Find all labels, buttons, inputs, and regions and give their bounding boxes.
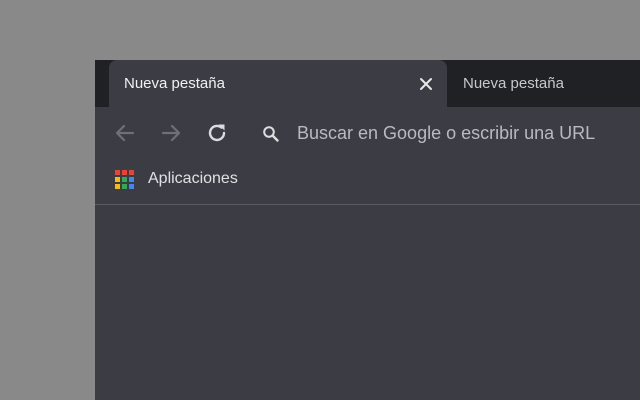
back-button[interactable]	[111, 119, 139, 147]
search-icon	[263, 126, 279, 142]
close-icon	[420, 78, 432, 90]
omnibox-placeholder[interactable]: Buscar en Google o escribir una URL	[297, 123, 595, 144]
browser-window: Nueva pestaña Nueva pestaña Buscar en Go…	[95, 60, 640, 400]
reload-button[interactable]	[203, 119, 231, 147]
reload-icon	[208, 124, 226, 142]
arrow-back-icon	[115, 124, 135, 142]
tab-title: Nueva pestaña	[124, 75, 225, 92]
page-content	[95, 205, 640, 400]
arrow-forward-icon	[161, 124, 181, 142]
forward-button[interactable]	[157, 119, 185, 147]
tab-title: Nueva pestaña	[463, 75, 564, 92]
omnibox[interactable]: Buscar en Google o escribir una URL	[253, 115, 640, 151]
tab-close-button[interactable]	[415, 73, 437, 95]
apps-grid-icon	[115, 169, 134, 189]
tab-active[interactable]: Nueva pestaña	[109, 60, 447, 107]
tab-inactive[interactable]: Nueva pestaña	[449, 60, 640, 107]
toolbar: Buscar en Google o escribir una URL	[95, 107, 640, 159]
bookmarks-bar: Aplicaciones	[95, 159, 640, 205]
tab-strip: Nueva pestaña Nueva pestaña	[95, 60, 640, 107]
bookmark-apps[interactable]: Aplicaciones	[115, 167, 238, 191]
bookmark-apps-label: Aplicaciones	[148, 170, 238, 187]
